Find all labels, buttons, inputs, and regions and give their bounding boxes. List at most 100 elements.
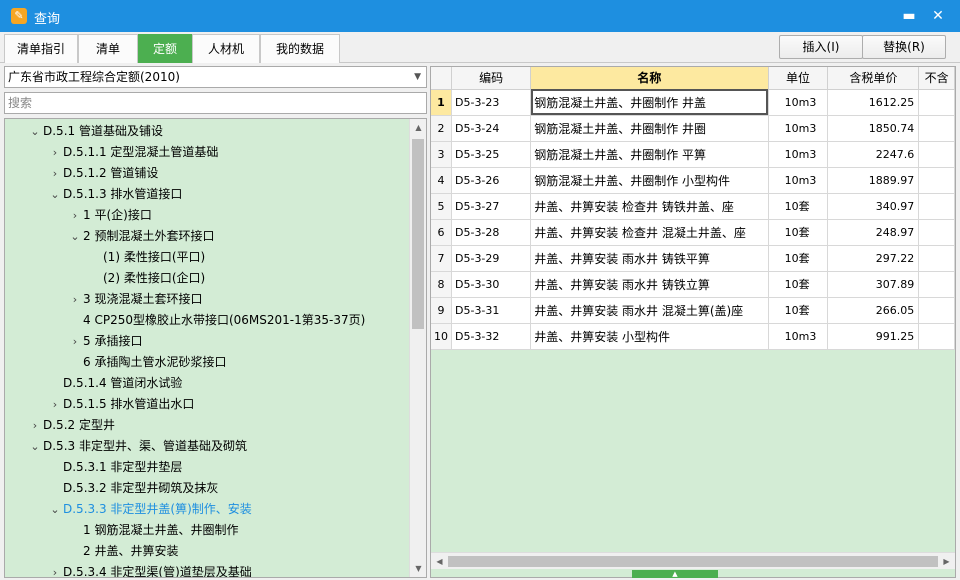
search-input[interactable] — [4, 92, 427, 114]
chevron-down-icon[interactable]: ⌄ — [67, 226, 83, 247]
quota-unit[interactable]: 10m3 — [768, 89, 829, 116]
chevron-down-icon[interactable]: ⌄ — [27, 121, 43, 142]
scroll-left-icon[interactable]: ◀ — [431, 553, 448, 570]
quota-code[interactable]: D5-3-27 — [451, 193, 532, 220]
table-row[interactable]: 6 D5-3-28 井盖、井箅安装 检查井 混凝土井盖、座 10套 248.97 — [431, 219, 955, 246]
tree-node[interactable]: › 5 承插接口 — [67, 331, 143, 352]
quota-name[interactable]: 钢筋混凝土井盖、井圈制作 井圈 — [530, 115, 769, 142]
replace-button[interactable]: 替换(R) — [862, 35, 946, 59]
quota-price-with-tax[interactable]: 1889.97 — [827, 167, 920, 194]
header-name[interactable]: 名称 — [530, 67, 769, 90]
row-number[interactable]: 2 — [431, 115, 452, 142]
quota-price-with-tax[interactable]: 1612.25 — [827, 89, 920, 116]
row-number[interactable]: 6 — [431, 219, 452, 246]
quota-price-without-tax[interactable] — [918, 89, 955, 116]
quota-price-without-tax[interactable] — [918, 193, 955, 220]
quota-name[interactable]: 钢筋混凝土井盖、井圈制作 小型构件 — [530, 167, 769, 194]
quota-price-with-tax[interactable]: 248.97 — [827, 219, 920, 246]
quota-code[interactable]: D5-3-31 — [451, 297, 532, 324]
chevron-right-icon[interactable]: › — [67, 331, 83, 352]
quota-price-without-tax[interactable] — [918, 271, 955, 298]
quota-price-without-tax[interactable] — [918, 323, 955, 350]
horizontal-scroll-thumb[interactable] — [448, 556, 938, 567]
row-number[interactable]: 9 — [431, 297, 452, 324]
tab-quota[interactable]: 定额 — [138, 34, 192, 63]
table-row[interactable]: 2 D5-3-24 钢筋混凝土井盖、井圈制作 井圈 10m3 1850.74 — [431, 115, 955, 142]
tree-scrollbar[interactable]: ▲ ▼ — [409, 119, 426, 577]
table-row[interactable]: 7 D5-3-29 井盖、井箅安装 雨水井 铸铁平箅 10套 297.22 — [431, 245, 955, 272]
quota-code[interactable]: D5-3-23 — [451, 89, 532, 116]
close-icon[interactable]: ✕ — [927, 6, 949, 26]
tree-node[interactable]: 6 承插陶土管水泥砂浆接口 — [67, 352, 226, 373]
row-number[interactable]: 8 — [431, 271, 452, 298]
tab-bill[interactable]: 清单 — [78, 34, 138, 63]
row-number[interactable]: 4 — [431, 167, 452, 194]
tree-node[interactable]: › 1 平(企)接口 — [67, 205, 152, 226]
dropdown-arrow-icon[interactable]: ▼ — [414, 67, 421, 87]
table-row[interactable]: 5 D5-3-27 井盖、井箅安装 检查井 铸铁井盖、座 10套 340.97 — [431, 193, 955, 220]
quota-price-without-tax[interactable] — [918, 297, 955, 324]
minimize-icon[interactable]: ▬ — [898, 6, 920, 26]
quota-unit[interactable]: 10套 — [768, 193, 829, 220]
quota-unit[interactable]: 10m3 — [768, 167, 829, 194]
splitter-handle[interactable]: ▲ — [632, 570, 718, 578]
quota-unit[interactable]: 10套 — [768, 219, 829, 246]
quota-code[interactable]: D5-3-28 — [451, 219, 532, 246]
quota-name[interactable]: 井盖、井箅安装 检查井 混凝土井盖、座 — [530, 219, 769, 246]
quota-price-with-tax[interactable]: 2247.6 — [827, 141, 920, 168]
table-row[interactable]: 8 D5-3-30 井盖、井箅安装 雨水井 铸铁立箅 10套 307.89 — [431, 271, 955, 298]
scroll-down-icon[interactable]: ▼ — [410, 560, 426, 577]
row-number[interactable]: 3 — [431, 141, 452, 168]
quota-code[interactable]: D5-3-32 — [451, 323, 532, 350]
tree-node[interactable]: 1 钢筋混凝土井盖、井圈制作 — [67, 520, 238, 541]
chevron-down-icon[interactable]: ⌄ — [27, 436, 43, 457]
quota-unit[interactable]: 10套 — [768, 271, 829, 298]
row-number[interactable]: 1 — [431, 89, 452, 116]
quota-unit[interactable]: 10m3 — [768, 115, 829, 142]
table-row[interactable]: 3 D5-3-25 钢筋混凝土井盖、井圈制作 平箅 10m3 2247.6 — [431, 141, 955, 168]
chevron-down-icon[interactable]: ⌄ — [47, 499, 63, 520]
quota-price-with-tax[interactable]: 297.22 — [827, 245, 920, 272]
row-number[interactable]: 10 — [431, 323, 452, 350]
tree-node[interactable]: 4 CP250型橡胶止水带接口(06MS201-1第35-37页) — [67, 310, 365, 331]
chevron-right-icon[interactable]: › — [47, 562, 63, 577]
header-price-without-tax[interactable]: 不含 — [918, 67, 955, 90]
quota-price-without-tax[interactable] — [918, 141, 955, 168]
tree-node[interactable]: ⌄ D.5.3.3 非定型井盖(箅)制作、安装 — [47, 499, 251, 520]
tree-node[interactable]: › D.5.2 定型井 — [27, 415, 115, 436]
quota-unit[interactable]: 10m3 — [768, 323, 829, 350]
quota-name[interactable]: 井盖、井箅安装 雨水井 铸铁平箅 — [530, 245, 769, 272]
tree-node[interactable]: (2) 柔性接口(企口) — [87, 268, 205, 289]
chevron-down-icon[interactable]: ⌄ — [47, 184, 63, 205]
quota-name[interactable]: 井盖、井箅安装 检查井 铸铁井盖、座 — [530, 193, 769, 220]
quota-unit[interactable]: 10m3 — [768, 141, 829, 168]
chevron-right-icon[interactable]: › — [67, 205, 83, 226]
tree-node[interactable]: D.5.3.1 非定型井垫层 — [47, 457, 182, 478]
quota-code[interactable]: D5-3-29 — [451, 245, 532, 272]
chevron-right-icon[interactable]: › — [67, 289, 83, 310]
tree-node[interactable]: ⌄ D.5.1.3 排水管道接口 — [47, 184, 182, 205]
quota-price-with-tax[interactable]: 991.25 — [827, 323, 920, 350]
tab-my-data[interactable]: 我的数据 — [260, 34, 340, 63]
library-select[interactable]: 广东省市政工程综合定额(2010) ▼ — [4, 66, 427, 88]
tree-node[interactable]: 2 井盖、井箅安装 — [67, 541, 178, 562]
tree-node[interactable]: ⌄ D.5.1 管道基础及铺设 — [27, 121, 163, 142]
tree-node[interactable]: ⌄ D.5.3 非定型井、渠、管道基础及砌筑 — [27, 436, 247, 457]
table-row[interactable]: 4 D5-3-26 钢筋混凝土井盖、井圈制作 小型构件 10m3 1889.97 — [431, 167, 955, 194]
tree-node[interactable]: › 3 现浇混凝土套环接口 — [67, 289, 203, 310]
quota-price-with-tax[interactable]: 1850.74 — [827, 115, 920, 142]
tab-bill-guide[interactable]: 清单指引 — [4, 34, 78, 63]
tree-node[interactable]: › D.5.3.4 非定型渠(管)道垫层及基础 — [47, 562, 252, 577]
table-row[interactable]: 10 D5-3-32 井盖、井箅安装 小型构件 10m3 991.25 — [431, 323, 955, 350]
tree-node[interactable]: ⌄ 2 预制混凝土外套环接口 — [67, 226, 214, 247]
tab-labor-material-machine[interactable]: 人材机 — [192, 34, 260, 63]
quota-name[interactable]: 钢筋混凝土井盖、井圈制作 平箅 — [530, 141, 769, 168]
chevron-right-icon[interactable]: › — [27, 415, 43, 436]
quota-code[interactable]: D5-3-26 — [451, 167, 532, 194]
header-unit[interactable]: 单位 — [768, 67, 829, 90]
quota-name[interactable]: 钢筋混凝土井盖、井圈制作 井盖 — [530, 89, 769, 116]
quota-name[interactable]: 井盖、井箅安装 雨水井 混凝土箅(盖)座 — [530, 297, 769, 324]
row-number[interactable]: 7 — [431, 245, 452, 272]
quota-price-with-tax[interactable]: 307.89 — [827, 271, 920, 298]
tree-node[interactable]: › D.5.1.5 排水管道出水口 — [47, 394, 195, 415]
